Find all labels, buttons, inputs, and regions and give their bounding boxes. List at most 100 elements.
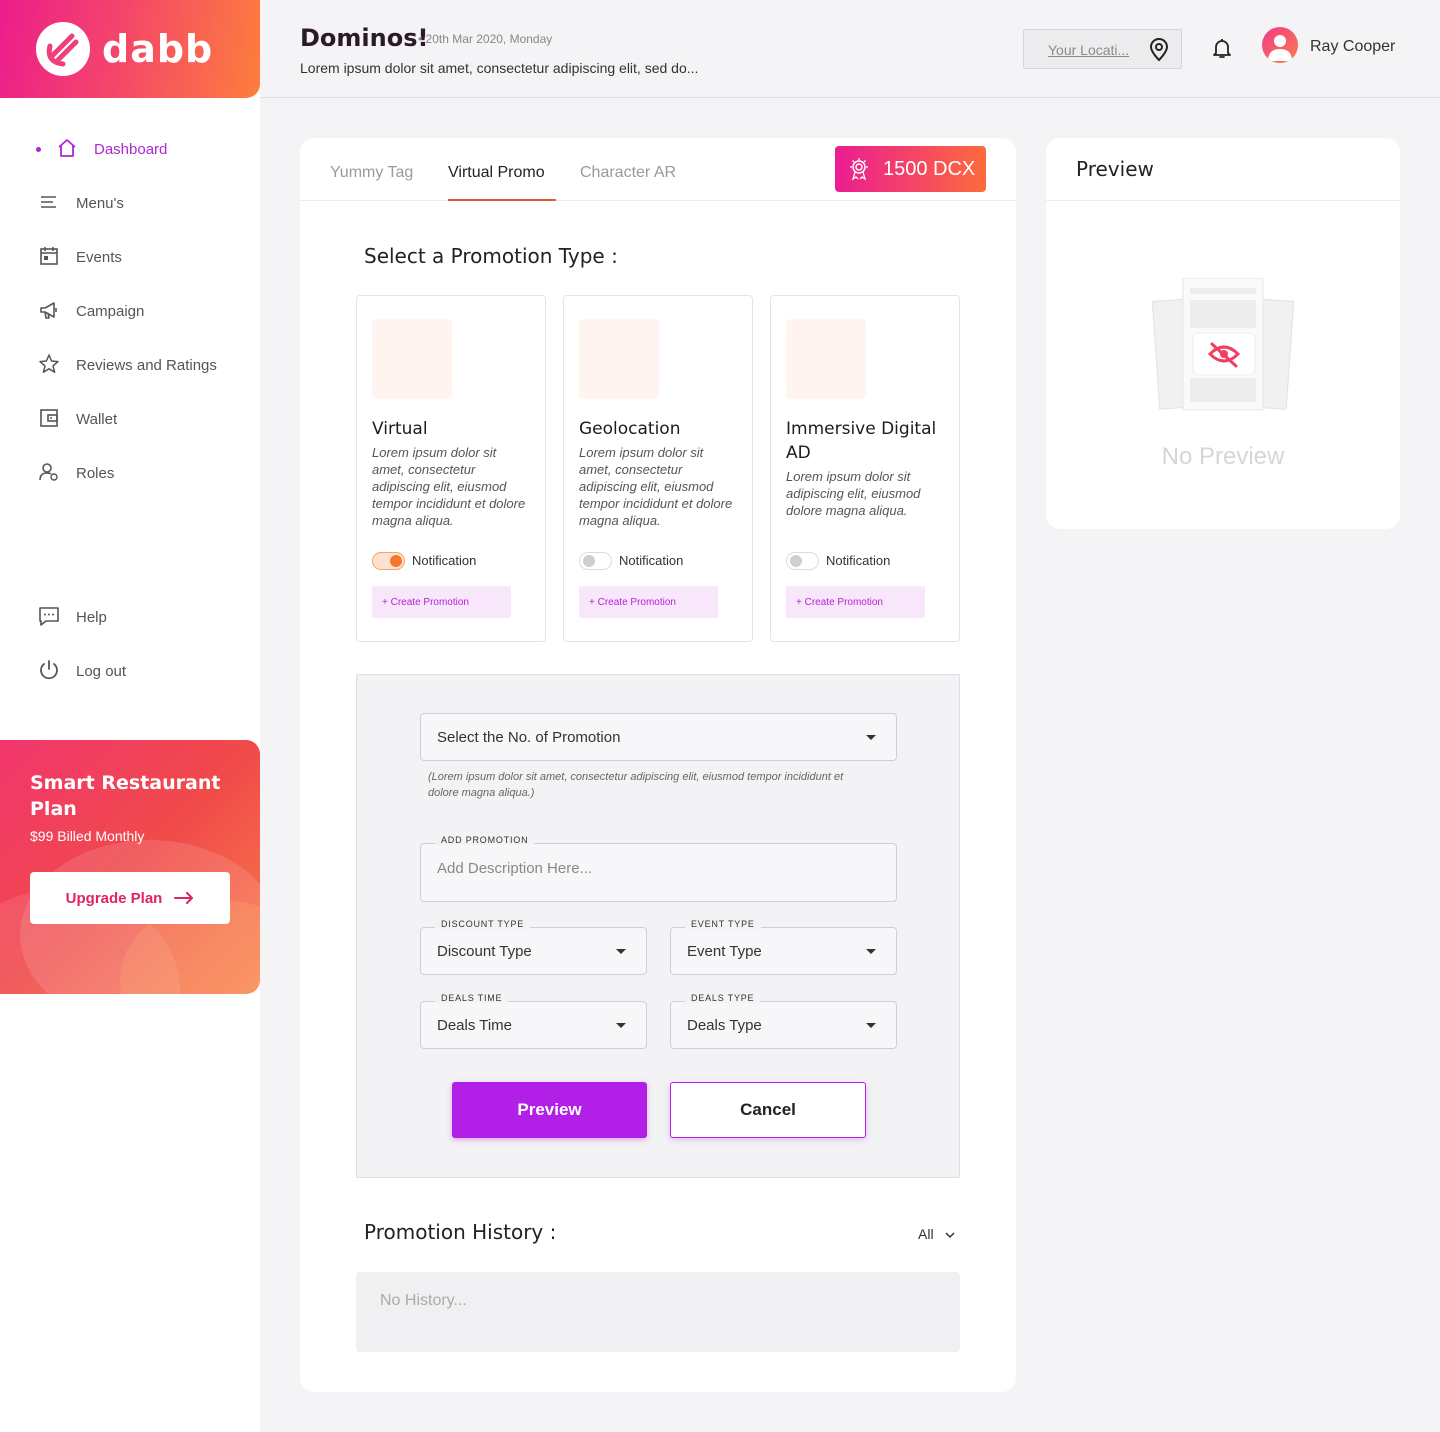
tab-virtual-promo[interactable]: Virtual Promo [448,164,545,182]
history-title: Promotion History : [364,1220,557,1244]
deals-type-select[interactable]: DEALS TYPE Deals Type [670,993,897,1049]
calendar-icon [40,247,58,265]
page-date: • 20th Mar 2020, Monday [418,32,553,46]
tab-yummy-tag[interactable]: Yummy Tag [330,164,413,182]
deals-time-select[interactable]: DEALS TIME Deals Time [420,993,647,1049]
sidebar-item-reviews[interactable]: Reviews and Ratings [0,338,260,392]
dabb-logo-icon [36,22,90,76]
field-label: DISCOUNT TYPE [435,919,531,929]
promo-type-name: Geolocation [579,419,681,439]
dcx-balance-badge: 1500 DCX [835,146,986,192]
promo-type-name: Virtual [372,419,428,439]
history-filter-dropdown[interactable]: All [918,1226,955,1242]
no-preview-illustration-icon [1152,278,1294,411]
sidebar: dabb Dashboard Menu's Events Campaign Re… [0,0,260,1432]
create-promotion-button[interactable]: + Create Promotion [372,586,511,618]
caret-down-icon [866,735,876,740]
active-tab-indicator [448,199,556,201]
user-avatar-icon [1268,35,1292,61]
sidebar-item-help[interactable]: Help [0,590,260,644]
select-value: Deals Type [687,1017,762,1034]
sidebar-item-label: Wallet [76,410,118,428]
sidebar-item-wallet[interactable]: Wallet [0,392,260,446]
promotion-count-select[interactable]: Select the No. of Promotion [420,713,897,761]
tab-character-ar[interactable]: Character AR [580,164,676,182]
brand-logo[interactable]: dabb [0,0,260,98]
plan-title: Smart Restaurant Plan [30,772,221,820]
notification-toggle[interactable] [372,552,405,570]
create-promotion-button[interactable]: + Create Promotion [786,586,925,618]
select-value: Event Type [687,943,762,960]
avatar[interactable] [1262,27,1298,63]
preview-button[interactable]: Preview [452,1082,647,1138]
dcx-balance-value: 1500 DCX [883,158,976,180]
user-name[interactable]: Ray Cooper [1310,38,1395,56]
toggle-knob [583,555,595,567]
home-icon [58,139,76,157]
plan-price: $99 Billed Monthly [30,828,145,844]
sidebar-item-label: Dashboard [94,140,168,158]
active-indicator [36,147,41,152]
page-subtitle: Lorem ipsum dolor sit amet, consectetur … [300,60,699,76]
sidebar-item-label: Roles [76,464,115,482]
promotion-form: Select the No. of Promotion (Lorem ipsum… [356,674,960,1178]
section-title: Select a Promotion Type : [364,244,618,268]
notification-label: Notification [412,553,477,568]
caret-down-icon [616,949,626,954]
sidebar-item-label: Help [76,608,107,626]
upgrade-plan-label: Upgrade Plan [65,889,163,907]
select-value: Deals Time [437,1017,513,1034]
field-label: DEALS TYPE [685,993,761,1003]
promo-type-card-virtual[interactable]: Virtual Lorem ipsum dolor sit amet, cons… [356,295,546,642]
sidebar-item-label: Events [76,248,122,266]
cancel-button[interactable]: Cancel [670,1082,866,1138]
promotion-tabs: Yummy Tag Virtual Promo Character AR 150… [300,138,1016,201]
history-empty-text: No History... [380,1292,467,1309]
promo-thumbnail [579,319,659,399]
chevron-down-icon [945,1232,955,1239]
preview-title: Preview [1076,157,1154,181]
sidebar-item-label: Reviews and Ratings [76,356,217,374]
promo-thumbnail [372,319,452,399]
promo-type-description: Lorem ipsum dolor sit amet, consectetur … [372,445,526,528]
location-field[interactable]: Your Locati... [1023,29,1182,69]
add-promotion-field[interactable]: ADD PROMOTION Add Description Here... [420,835,897,902]
discount-type-select[interactable]: DISCOUNT TYPE Discount Type [420,919,647,975]
history-list: No History... [356,1272,960,1352]
sidebar-item-roles[interactable]: Roles [0,446,260,500]
form-hint: (Lorem ipsum dolor sit amet, consectetur… [428,771,844,799]
sidebar-item-events[interactable]: Events [0,230,260,284]
event-type-select[interactable]: EVENT TYPE Event Type [670,919,897,975]
history-filter-value: All [918,1226,934,1242]
notification-bell-icon[interactable] [1210,36,1234,60]
no-preview-text: No Preview [1161,443,1285,470]
roles-icon [39,463,58,481]
promo-type-card-immersive-ad[interactable]: Immersive Digital AD Lorem ipsum dolor s… [770,295,960,642]
caret-down-icon [866,1023,876,1028]
select-value: Discount Type [437,943,532,960]
promotion-card: Yummy Tag Virtual Promo Character AR 150… [300,138,1016,1392]
sidebar-item-campaign[interactable]: Campaign [0,284,260,338]
caret-down-icon [866,949,876,954]
field-label: EVENT TYPE [685,919,761,929]
field-label: ADD PROMOTION [435,835,535,845]
megaphone-icon [40,302,57,319]
create-promotion-button[interactable]: + Create Promotion [579,586,718,618]
wallet-icon [40,409,58,427]
preview-header: Preview [1046,138,1400,201]
notification-toggle[interactable] [786,552,819,570]
sidebar-item-label: Menu's [76,194,124,212]
upgrade-plan-button[interactable]: Upgrade Plan [30,872,230,924]
preview-panel: Preview No Preview [1046,138,1400,529]
sidebar-item-dashboard[interactable]: Dashboard [0,122,260,176]
promo-type-name: Immersive Digital AD [786,419,937,463]
notification-label: Notification [826,553,891,568]
sidebar-item-menus[interactable]: Menu's [0,176,260,230]
location-pin-icon [1149,38,1169,62]
sidebar-item-logout[interactable]: Log out [0,644,260,698]
promo-type-description: Lorem ipsum dolor sit adipiscing elit, e… [786,469,921,518]
notification-toggle[interactable] [579,552,612,570]
toggle-knob [790,555,802,567]
promo-type-card-geolocation[interactable]: Geolocation Lorem ipsum dolor sit amet, … [563,295,753,642]
power-icon [40,660,58,680]
